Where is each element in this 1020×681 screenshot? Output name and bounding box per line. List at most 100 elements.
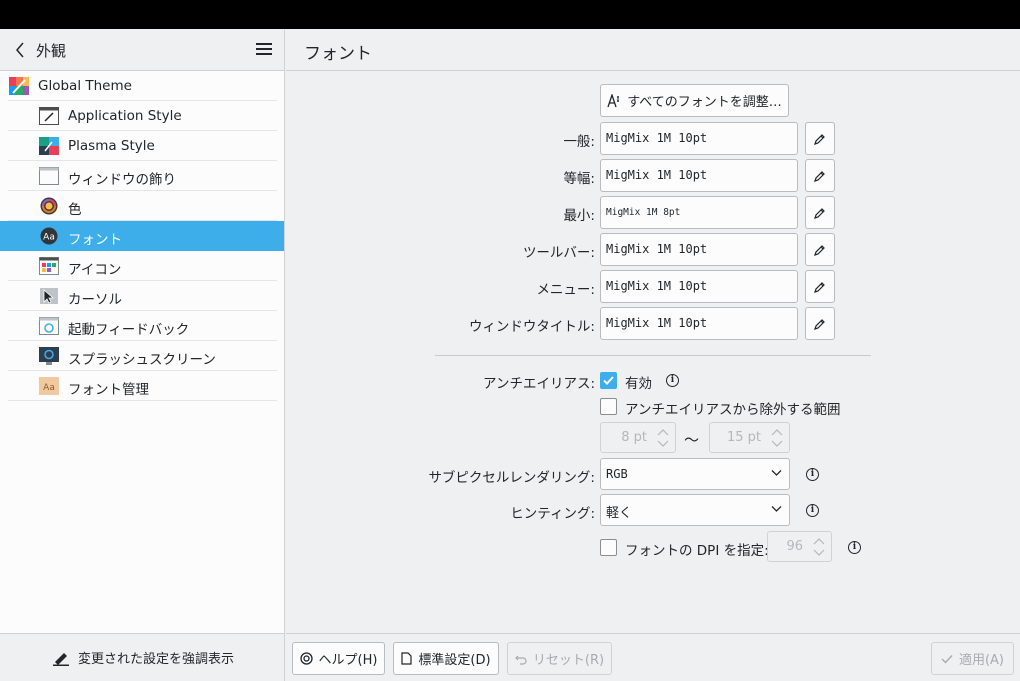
sidebar-item-plasma-style[interactable]: Plasma Style (8, 131, 277, 161)
highlight-changed-label: 変更された設定を強調表示 (78, 652, 235, 667)
dpi-spinbox[interactable]: 96 (767, 531, 832, 562)
font-fixed-edit-button[interactable] (805, 159, 835, 192)
sidebar-item-splash-screen[interactable]: スプラッシュスクリーン (8, 341, 277, 371)
page-title: フォント (304, 44, 372, 64)
font-menu-field[interactable]: MigMix 1M 10pt (600, 270, 798, 303)
svg-text:Aa: Aa (43, 383, 55, 393)
undo-icon (515, 655, 527, 665)
font-general-label: 一般: (563, 134, 595, 150)
sidebar-item-label: 色 (68, 202, 82, 218)
subpixel-label: サブピクセルレンダリング: (428, 470, 595, 486)
sidebar: 外観 Global Theme Application Style Plasma… (0, 29, 285, 681)
page-header: フォント (286, 29, 1020, 71)
sidebar-item-label: 起動フィードバック (68, 322, 190, 338)
help-label: ヘルプ(H) (318, 653, 378, 668)
font-window-title-label: ウィンドウタイトル: (468, 319, 595, 335)
sidebar-item-application-style[interactable]: Application Style (8, 101, 277, 131)
svg-text:Aa: Aa (43, 233, 55, 243)
exclude-to-spinbox[interactable]: 15 pt (709, 422, 790, 453)
subpixel-combobox[interactable]: RGB (600, 458, 790, 490)
launch-feedback-icon (39, 317, 59, 335)
pencil-icon (814, 244, 825, 256)
sidebar-header: 外観 (0, 29, 284, 71)
pencil-icon (814, 133, 825, 145)
global-theme-icon (9, 77, 29, 95)
font-fixed-field[interactable]: MigMix 1M 10pt (600, 159, 798, 192)
antialias-exclude-label: アンチエイリアスから除外する範囲 (625, 402, 841, 418)
pencil-icon (814, 318, 825, 330)
help-lifebuoy-icon (299, 652, 313, 665)
category-list: Global Theme Application Style Plasma St… (0, 71, 284, 401)
font-general-edit-button[interactable] (805, 122, 835, 155)
sidebar-item-label: スプラッシュスクリーン (68, 352, 216, 368)
antialias-checkbox[interactable] (600, 372, 617, 389)
dpi-value: 96 (786, 539, 803, 554)
reset-button[interactable]: リセット(R) (507, 642, 612, 675)
help-button[interactable]: ヘルプ(H) (292, 642, 385, 675)
highlighter-icon (53, 652, 69, 666)
sidebar-item-cursor[interactable]: カーソル (8, 281, 277, 311)
font-general-field[interactable]: MigMix 1M 10pt (600, 122, 798, 155)
sidebar-item-label: アイコン (68, 262, 122, 278)
reset-label: リセット(R) (532, 653, 605, 668)
cursor-icon (40, 288, 58, 304)
antialias-enabled-label: 有効 (625, 376, 652, 392)
info-icon[interactable]: i (666, 374, 679, 387)
font-window-title-field[interactable]: MigMix 1M 10pt (600, 307, 798, 340)
subpixel-value: RGB (606, 467, 628, 481)
font-menu-label: メニュー: (536, 282, 595, 298)
font-fixed-label: 等幅: (563, 171, 595, 187)
chevron-down-icon (771, 470, 782, 476)
info-icon[interactable]: i (806, 468, 819, 481)
exclude-from-spinbox[interactable]: 8 pt (600, 422, 676, 453)
hinting-value: 軽く (606, 506, 633, 521)
font-small-label: 最小: (563, 208, 595, 224)
checkmark-icon (603, 376, 614, 385)
hinting-combobox[interactable]: 軽く (600, 494, 790, 526)
spin-arrows-icon (771, 429, 783, 447)
sidebar-item-icons[interactable]: アイコン (8, 251, 277, 281)
sidebar-footer: 変更された設定を強調表示 (0, 633, 284, 681)
window-decoration-icon (39, 167, 59, 185)
adjust-all-fonts-button[interactable]: すべてのフォントを調整… (600, 84, 789, 117)
spin-arrows-icon (657, 429, 669, 447)
pencil-icon (814, 281, 825, 293)
sidebar-item-global-theme[interactable]: Global Theme (8, 71, 277, 101)
highlight-changed-settings-button[interactable]: 変更された設定を強調表示 (52, 648, 234, 667)
sidebar-item-window-decoration[interactable]: ウィンドウの飾り (8, 161, 277, 191)
application-style-icon (39, 107, 59, 125)
hamburger-menu-button[interactable] (255, 41, 273, 59)
font-adjust-icon (607, 93, 620, 107)
sidebar-item-font[interactable]: Aa フォント (0, 221, 284, 251)
font-toolbar-edit-button[interactable] (805, 233, 835, 266)
font-small-field[interactable]: MigMix 1M 8pt (600, 196, 798, 229)
font-settings-panel: すべてのフォントを調整… 一般: MigMix 1M 10pt 等幅: MigM… (286, 72, 1020, 633)
dpi-checkbox[interactable] (600, 539, 617, 556)
document-icon (401, 652, 413, 665)
pencil-icon (814, 207, 825, 219)
sidebar-item-color[interactable]: 色 (8, 191, 277, 221)
sidebar-item-font-management[interactable]: Aa フォント管理 (8, 371, 277, 401)
apply-label: 適用(A) (958, 653, 1005, 668)
font-window-title-edit-button[interactable] (805, 307, 835, 340)
back-button[interactable] (12, 41, 28, 59)
color-icon (40, 197, 58, 215)
info-icon[interactable]: i (806, 504, 819, 517)
antialias-exclude-checkbox[interactable] (600, 398, 617, 415)
font-small-edit-button[interactable] (805, 196, 835, 229)
bottom-button-bar: ヘルプ(H) 標準設定(D) リセット(R) 適用(A) (286, 633, 1020, 681)
separator (435, 355, 871, 356)
font-menu-edit-button[interactable] (805, 270, 835, 303)
splash-screen-icon (39, 347, 59, 365)
sidebar-item-launch-feedback[interactable]: 起動フィードバック (8, 311, 277, 341)
apply-button[interactable]: 適用(A) (931, 642, 1014, 675)
spin-arrows-icon (813, 538, 825, 556)
hinting-label: ヒンティング: (510, 506, 595, 522)
pencil-icon (814, 170, 825, 182)
defaults-button[interactable]: 標準設定(D) (393, 642, 499, 675)
info-icon[interactable]: i (848, 541, 861, 554)
sidebar-item-label: フォント (68, 232, 122, 248)
font-toolbar-field[interactable]: MigMix 1M 10pt (600, 233, 798, 266)
sidebar-title: 外観 (36, 42, 67, 60)
chevron-left-icon (16, 42, 24, 58)
